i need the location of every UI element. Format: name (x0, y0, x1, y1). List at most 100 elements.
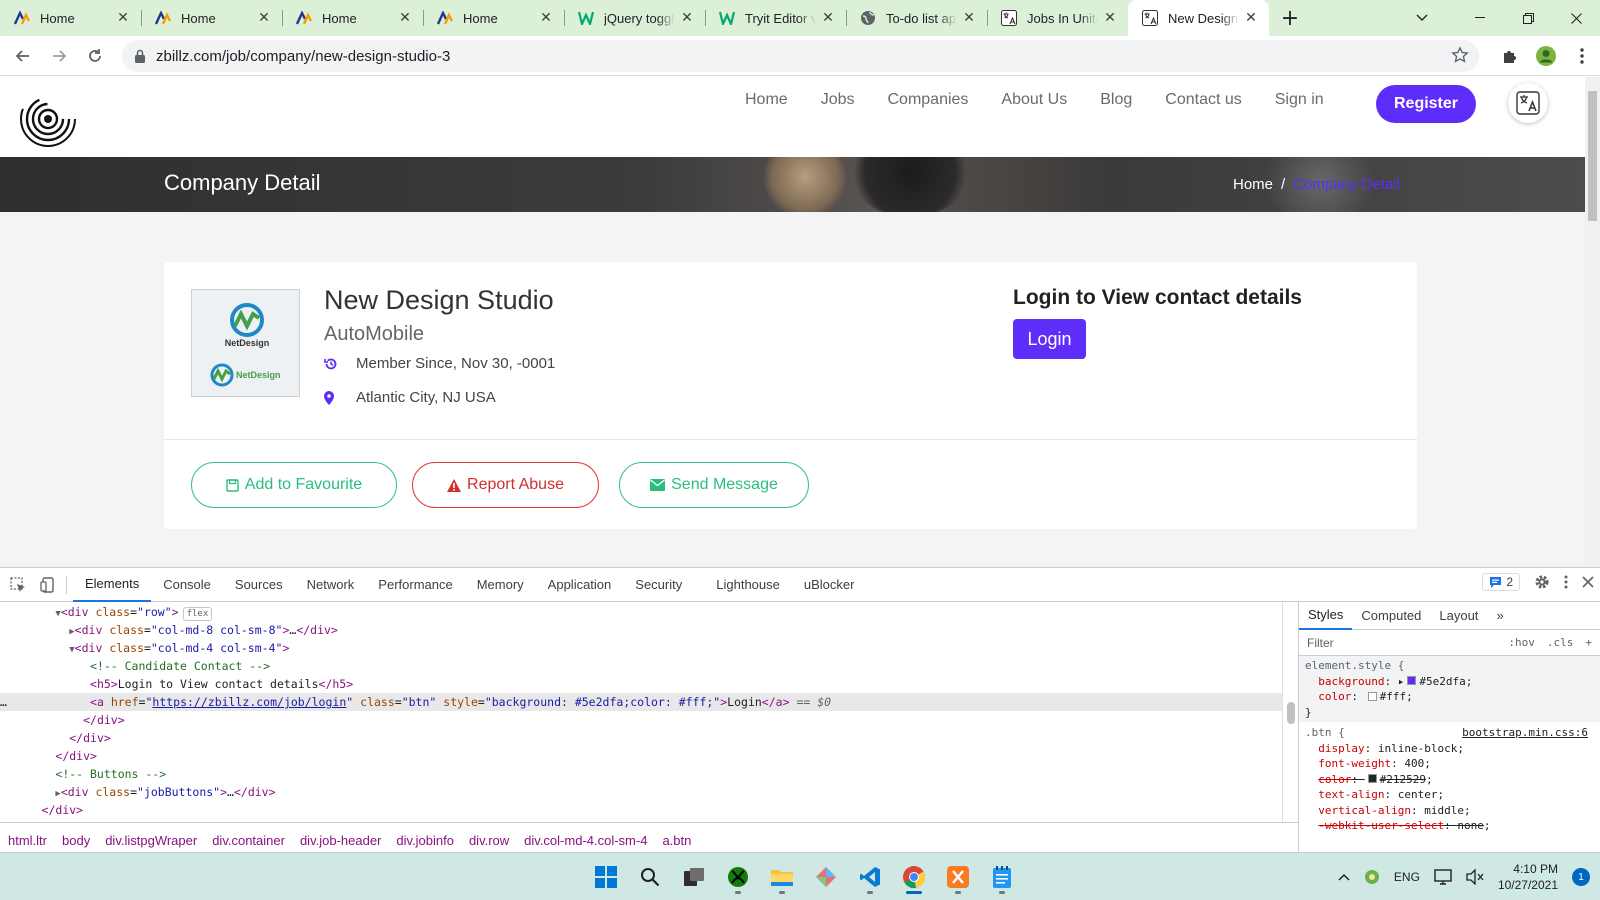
dom-breadcrumb-item[interactable]: div.container (212, 833, 285, 848)
issues-badge[interactable]: 2 (1482, 573, 1520, 591)
tab-close-icon[interactable]: ✕ (397, 10, 413, 26)
browser-tab[interactable]: New Design ✕ (1128, 0, 1269, 36)
dom-breadcrumb-item[interactable]: div.listpgWraper (105, 833, 197, 848)
nav-jobs[interactable]: Jobs (821, 91, 855, 109)
close-icon[interactable] (1582, 576, 1594, 588)
tab-computed[interactable]: Computed (1352, 602, 1430, 630)
device-toolbar-button[interactable] (36, 573, 60, 597)
app-launcher[interactable] (808, 859, 844, 895)
dom-comment[interactable]: <!-- Candidate Contact --> (0, 657, 1282, 675)
browser-tab[interactable]: Home ✕ (282, 0, 423, 36)
tab-close-icon[interactable]: ✕ (1102, 10, 1118, 26)
cls-toggle[interactable]: .cls (1547, 636, 1574, 649)
dom-closing-tag[interactable]: </div> (0, 729, 1282, 747)
devtools-tab-security[interactable]: Security (623, 568, 694, 602)
start-button[interactable] (588, 859, 624, 895)
browser-tab[interactable]: Home ✕ (141, 0, 282, 36)
add-to-favourite-button[interactable]: Add to Favourite (191, 462, 397, 508)
clock[interactable]: 4:10 PM 10/27/2021 (1498, 861, 1558, 893)
restore-button[interactable] (1504, 0, 1552, 36)
profile-button[interactable] (1528, 40, 1564, 72)
elements-scrollbar[interactable] (1282, 602, 1298, 822)
devtools-tab-elements[interactable]: Elements (73, 568, 152, 602)
element-style-rule[interactable]: element.style { background: ▸ #5e2dfa; co… (1299, 656, 1600, 722)
breadcrumb-home[interactable]: Home (1233, 176, 1273, 193)
bookmark-star-icon[interactable] (1451, 46, 1469, 64)
page-scrollbar[interactable] (1585, 77, 1600, 567)
xampp-app[interactable] (940, 859, 976, 895)
dom-breadcrumb-item[interactable]: html.ltr (8, 833, 47, 848)
elements-tree[interactable]: ▼<div class="row"> flex ▶<div class="col-… (0, 602, 1282, 822)
hov-toggle[interactable]: :hov (1508, 636, 1535, 649)
tab-layout[interactable]: Layout (1430, 602, 1487, 630)
address-bar[interactable]: zbillz.com/job/company/new-design-studio… (122, 40, 1479, 72)
tab-close-icon[interactable]: ✕ (679, 10, 695, 26)
devtools-menu-icon[interactable] (1564, 575, 1568, 589)
back-button[interactable] (6, 39, 40, 73)
nav-about-us[interactable]: About Us (1001, 91, 1067, 109)
inspect-element-button[interactable] (6, 573, 30, 597)
browser-tab[interactable]: Tryit Editor v ✕ (705, 0, 846, 36)
tab-close-icon[interactable]: ✕ (820, 10, 836, 26)
devtools-tab-console[interactable]: Console (151, 568, 223, 602)
tab-styles[interactable]: Styles (1299, 602, 1353, 630)
nav-companies[interactable]: Companies (887, 91, 968, 109)
page-scrollbar-thumb[interactable] (1588, 91, 1597, 221)
send-message-button[interactable]: Send Message (619, 462, 809, 508)
dom-breadcrumb-item[interactable]: div.col-md-4.col-sm-4 (524, 833, 647, 848)
dom-closing-tag[interactable]: </div> (0, 711, 1282, 729)
extensions-button[interactable] (1492, 40, 1528, 72)
devtools-tab-ublocker[interactable]: uBlocker (792, 568, 867, 602)
browser-tab[interactable]: To-do list ap ✕ (846, 0, 987, 36)
dom-node-h5[interactable]: <h5>Login to View contact details</h5> (0, 675, 1282, 693)
notepad-app[interactable] (984, 859, 1020, 895)
browser-tab[interactable]: Jobs In Unite ✕ (987, 0, 1128, 36)
add-rule-icon[interactable]: + (1585, 636, 1592, 649)
styles-filter-input[interactable]: Filter (1307, 636, 1496, 650)
close-window-button[interactable] (1552, 0, 1600, 36)
reload-button[interactable] (78, 39, 112, 73)
dom-breadcrumb-item[interactable]: a.btn (662, 833, 691, 848)
dom-comment[interactable]: <!-- Buttons --> (0, 765, 1282, 783)
task-view-button[interactable] (676, 859, 712, 895)
dom-breadcrumb-item[interactable]: div.jobinfo (396, 833, 454, 848)
nav-home[interactable]: Home (745, 91, 788, 109)
nav-blog[interactable]: Blog (1100, 91, 1132, 109)
tab-close-icon[interactable]: ✕ (115, 10, 131, 26)
chevron-up-icon[interactable] (1338, 873, 1350, 881)
language-button[interactable] (1508, 83, 1548, 123)
elements-scrollbar-thumb[interactable] (1287, 702, 1295, 724)
tray-app-icon[interactable] (1364, 869, 1380, 885)
flex-badge[interactable]: flex (182, 607, 213, 621)
gear-icon[interactable] (1534, 574, 1550, 590)
forward-button[interactable] (42, 39, 76, 73)
tab-close-icon[interactable]: ✕ (1243, 10, 1259, 26)
dom-node-col-md-4[interactable]: ▼<div class="col-md-4 col-sm-4"> (0, 639, 1282, 657)
new-tab-button[interactable]: + (1275, 0, 1305, 36)
more-tabs-icon[interactable]: » (1487, 602, 1512, 630)
taskbar-search[interactable] (632, 859, 668, 895)
devtools-tab-sources[interactable]: Sources (223, 568, 295, 602)
tab-close-icon[interactable]: ✕ (538, 10, 554, 26)
display-icon[interactable] (1434, 869, 1452, 885)
dom-node-col-md-8[interactable]: ▶<div class="col-md-8 col-sm-8">…</div> (0, 621, 1282, 639)
color-swatch[interactable] (1367, 691, 1377, 701)
login-button[interactable]: Login (1013, 319, 1086, 359)
report-abuse-button[interactable]: Report Abuse (412, 462, 599, 508)
speaker-muted-icon[interactable] (1466, 869, 1484, 885)
browser-tab[interactable]: jQuery toggl ✕ (564, 0, 705, 36)
tab-close-icon[interactable]: ✕ (961, 10, 977, 26)
dom-breadcrumb-item[interactable]: div.row (469, 833, 509, 848)
dom-node-selected[interactable]: … <a href="https://zbillz.com/job/login"… (0, 693, 1282, 711)
chrome-menu-button[interactable] (1564, 40, 1600, 72)
devtools-tab-network[interactable]: Network (295, 568, 367, 602)
dom-node-jobbuttons[interactable]: ▶<div class="jobButtons">…</div> (0, 783, 1282, 801)
devtools-tab-memory[interactable]: Memory (465, 568, 536, 602)
btn-style-rule[interactable]: bootstrap.min.css:6 .btn { display: inlin… (1299, 722, 1600, 837)
notification-badge[interactable]: 1 (1572, 868, 1590, 886)
dom-closing-tag[interactable]: </div> (0, 747, 1282, 765)
nav-contact-us[interactable]: Contact us (1165, 91, 1241, 109)
dom-closing-tag[interactable]: </div> (0, 801, 1282, 819)
language-indicator[interactable]: ENG (1394, 870, 1420, 884)
chrome-app[interactable] (896, 859, 932, 895)
